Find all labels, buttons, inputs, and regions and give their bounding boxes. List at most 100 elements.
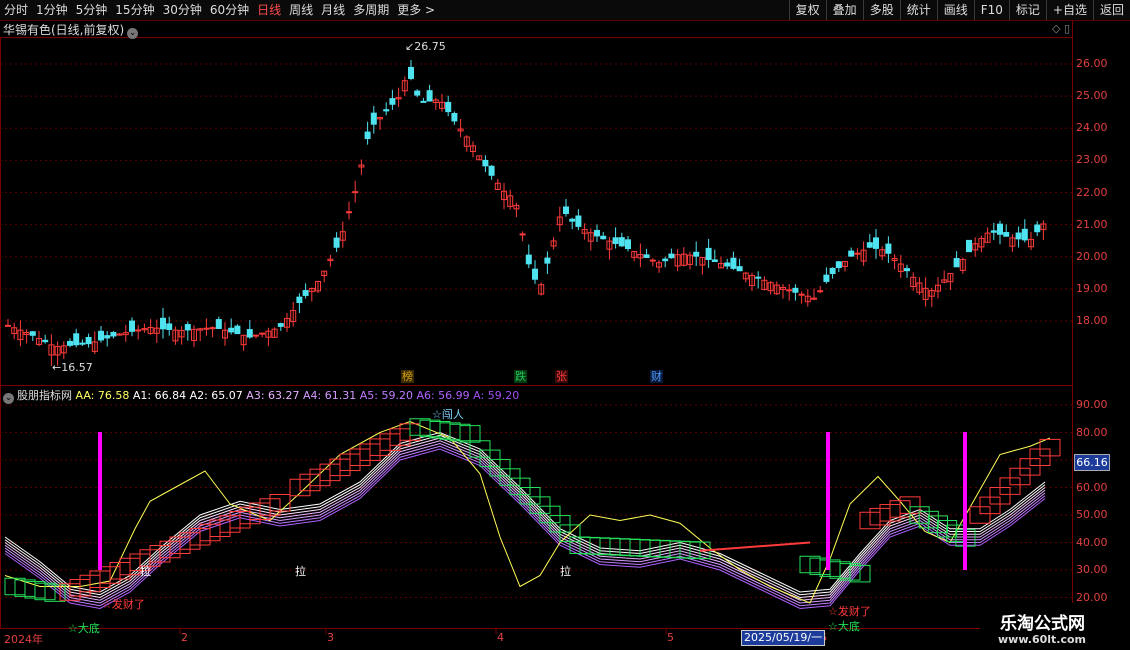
price-tick-label: 21.00 bbox=[1076, 217, 1108, 231]
month-label-4: 4 bbox=[497, 631, 504, 644]
price-panel-frame bbox=[0, 37, 1073, 386]
price-tick-label: 23.00 bbox=[1076, 153, 1108, 167]
chuangren-label: ☆闯人 bbox=[432, 408, 464, 421]
candle-body bbox=[296, 296, 303, 303]
low-price-label: ←16.57 bbox=[52, 361, 93, 374]
la-label-1: 拉 bbox=[140, 565, 151, 578]
event-marker-zhang[interactable]: 张 bbox=[555, 370, 568, 383]
indicator-value: A: 59.20 bbox=[473, 389, 520, 402]
candle-body bbox=[649, 259, 656, 262]
candle-body bbox=[408, 66, 414, 79]
candle-body bbox=[643, 254, 650, 258]
candle-body bbox=[302, 290, 309, 296]
indicator-value: A4: 61.31 bbox=[303, 389, 360, 402]
price-tick-label: 25.00 bbox=[1076, 89, 1108, 103]
candle-body bbox=[786, 289, 793, 292]
candle-body bbox=[234, 325, 241, 335]
candle-body bbox=[866, 242, 873, 248]
event-marker-cai[interactable]: 财 bbox=[650, 370, 663, 383]
indicator-value: A5: 59.20 bbox=[359, 389, 417, 402]
indicator-ma-line bbox=[4, 431, 1046, 593]
candle-body bbox=[482, 159, 489, 167]
candle-body bbox=[848, 250, 855, 257]
panel-toggle-icon[interactable]: ▯ bbox=[1064, 22, 1070, 35]
candle-body bbox=[829, 267, 836, 275]
candle-body bbox=[451, 112, 458, 122]
candle-body bbox=[85, 336, 92, 345]
candle-body bbox=[904, 268, 910, 272]
chevron-down-icon[interactable]: ⌄ bbox=[3, 393, 14, 404]
candle-body bbox=[160, 317, 166, 330]
candle-body bbox=[104, 335, 111, 339]
indicator-name[interactable]: 股朋指标网 bbox=[17, 389, 72, 402]
chevron-down-icon[interactable]: ⌄ bbox=[127, 28, 139, 39]
candle-body bbox=[253, 334, 259, 337]
candle-body bbox=[736, 266, 743, 272]
la-label-2: 拉 bbox=[295, 565, 306, 578]
candle-body bbox=[488, 165, 495, 176]
watermark-url: www.60lt.com bbox=[998, 633, 1087, 646]
candle-body bbox=[184, 324, 191, 331]
candle-body bbox=[755, 276, 762, 279]
indicator-tick-label: 30.00 bbox=[1076, 563, 1108, 576]
cursor-date: 2025/05/19/一 bbox=[741, 630, 826, 646]
indicator-value: AA: 76.58 bbox=[75, 389, 133, 402]
candle-body bbox=[389, 98, 396, 105]
candle-body bbox=[67, 340, 73, 346]
candle-body bbox=[203, 327, 210, 330]
indicator-value: A3: 63.27 bbox=[246, 389, 304, 402]
candle-body bbox=[414, 90, 421, 96]
event-marker-bang[interactable]: 榜 bbox=[401, 370, 414, 383]
candle-body bbox=[532, 268, 538, 280]
indicator-ma-line bbox=[4, 437, 1046, 599]
indicator-ma-line bbox=[4, 440, 1046, 601]
kline-chart[interactable] bbox=[0, 0, 1130, 650]
candle-body bbox=[333, 237, 340, 248]
price-tick-label: 20.00 bbox=[1076, 249, 1108, 263]
candle-body bbox=[209, 327, 216, 330]
month-label-5: 5 bbox=[667, 631, 674, 644]
indicator-tick-label: 50.00 bbox=[1076, 508, 1108, 521]
indicator-tick-label: 90.00 bbox=[1076, 398, 1108, 411]
candle-body bbox=[563, 206, 569, 215]
candle-body bbox=[445, 101, 452, 113]
candle-body bbox=[1034, 224, 1041, 233]
candle-body bbox=[575, 215, 582, 227]
candle-body bbox=[625, 239, 631, 250]
candle-body bbox=[662, 258, 669, 262]
indicator-tick-label: 20.00 bbox=[1076, 590, 1108, 604]
stock-title[interactable]: 华锡有色(日线,前复权) ⌄ bbox=[3, 21, 139, 39]
candle-body bbox=[1003, 232, 1010, 237]
candle-body bbox=[129, 320, 135, 332]
candle-body bbox=[42, 339, 49, 343]
dadi-label-2: ☆大底 bbox=[828, 620, 860, 633]
candle-body bbox=[823, 274, 830, 282]
indicator-header: ⌄ 股朋指标网 AA: 76.58 A1: 66.84 A2: 65.07 A3:… bbox=[3, 387, 519, 404]
diamond-icon[interactable]: ◇ bbox=[1052, 22, 1060, 35]
candle-body bbox=[519, 233, 526, 236]
watermark: 乐淘公式网 www.60lt.com bbox=[980, 603, 1130, 650]
candle-body bbox=[873, 237, 879, 249]
candle-body bbox=[1015, 232, 1022, 240]
current-value-badge: 66.16 bbox=[1074, 454, 1110, 471]
indicator-value: A2: 65.07 bbox=[189, 389, 247, 402]
candle-body bbox=[711, 259, 718, 263]
indicator-tick-label: 60.00 bbox=[1076, 480, 1108, 494]
candle-body bbox=[383, 109, 390, 112]
indicator-ma-line bbox=[4, 445, 1046, 607]
candle-body bbox=[525, 254, 532, 265]
indicator-tick-label: 80.00 bbox=[1076, 425, 1108, 439]
price-tick-label: 18.00 bbox=[1076, 314, 1108, 327]
candle-body bbox=[990, 230, 997, 233]
chart-tools[interactable]: ◇ ▯ bbox=[1052, 22, 1070, 35]
candle-body bbox=[135, 329, 142, 332]
candle-body bbox=[259, 332, 266, 335]
dadi-label-1: ☆大底 bbox=[68, 622, 100, 635]
candle-body bbox=[817, 290, 824, 293]
candle-body bbox=[73, 333, 80, 346]
facai-label-2: ☆发财了 bbox=[828, 605, 871, 618]
candle-body bbox=[792, 287, 799, 293]
event-marker-die[interactable]: 跌 bbox=[514, 370, 527, 383]
candle-body bbox=[1021, 228, 1028, 241]
candle-body bbox=[885, 243, 892, 254]
